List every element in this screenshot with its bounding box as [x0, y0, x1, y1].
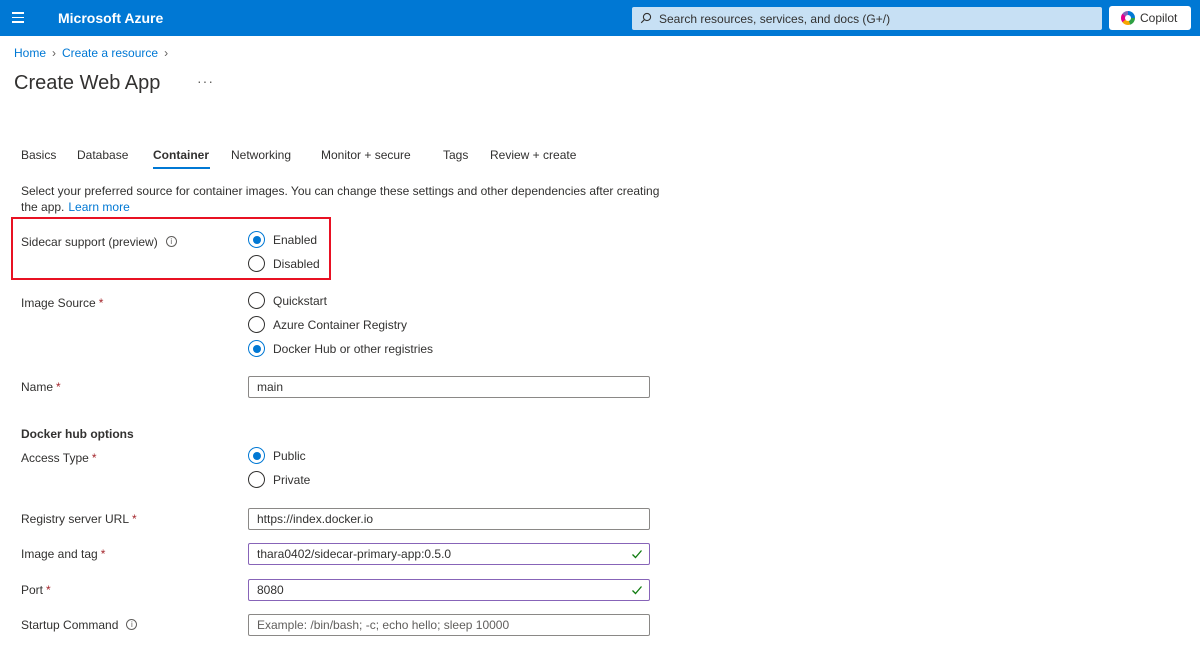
name-label: Name * [21, 380, 61, 394]
radio-circle [248, 255, 265, 272]
search-placeholder: Search resources, services, and docs (G+… [659, 12, 891, 26]
active-tab-indicator [153, 167, 210, 169]
radio-label: Private [273, 473, 311, 487]
checkmark-icon [632, 550, 642, 559]
image-tag-field[interactable] [248, 543, 650, 565]
startup-command-input[interactable] [249, 615, 649, 635]
name-field[interactable] [248, 376, 650, 398]
radio-label: Enabled [273, 233, 318, 247]
required-marker: * [98, 296, 104, 310]
top-bar: Microsoft Azure Search resources, servic… [0, 0, 1200, 36]
sidecar-label: Sidecar support (preview) i [21, 235, 177, 249]
port-input[interactable] [249, 580, 649, 600]
startup-command-label-text: Startup Command [21, 618, 119, 632]
global-search[interactable]: Search resources, services, and docs (G+… [632, 7, 1102, 30]
port-label: Port * [21, 583, 51, 597]
name-label-text: Name [21, 380, 54, 394]
radio-circle [248, 316, 265, 333]
radio-circle [248, 292, 265, 309]
breadcrumb: Home › Create a resource › [14, 46, 174, 60]
docker-hub-heading: Docker hub options [21, 427, 134, 441]
copilot-label: Copilot [1140, 11, 1178, 25]
checkmark-icon [632, 586, 642, 595]
name-input[interactable] [249, 377, 649, 397]
access-type-label: Access Type * [21, 451, 96, 465]
port-field[interactable] [248, 579, 650, 601]
tab-container[interactable]: Container [153, 148, 209, 162]
search-icon [640, 12, 652, 24]
startup-command-field[interactable] [248, 614, 650, 636]
tab-database[interactable]: Database [77, 148, 128, 162]
port-label-text: Port [21, 583, 44, 597]
copilot-icon [1121, 11, 1135, 25]
more-options-icon[interactable]: ··· [197, 73, 214, 89]
registry-url-label-text: Registry server URL [21, 512, 130, 526]
required-marker: * [132, 512, 137, 526]
radio-label: Docker Hub or other registries [273, 342, 434, 356]
learn-more-link[interactable]: Learn more [68, 200, 129, 214]
radio-label: Public [273, 449, 306, 463]
menu-icon[interactable] [9, 9, 27, 27]
required-marker: * [46, 583, 51, 597]
image-tag-label: Image and tag * [21, 547, 105, 561]
radio-circle [248, 340, 265, 357]
registry-url-input[interactable] [249, 509, 649, 529]
tab-basics[interactable]: Basics [21, 148, 56, 162]
tab-networking[interactable]: Networking [231, 148, 291, 162]
intro-text: Select your preferred source for contain… [21, 183, 661, 215]
required-marker: * [56, 380, 61, 394]
image-source-label-text: Image Source [21, 296, 96, 310]
info-icon[interactable]: i [126, 619, 138, 631]
required-marker: * [100, 547, 106, 561]
required-marker: * [91, 451, 97, 465]
sidecar-label-text: Sidecar support (preview) [21, 235, 158, 249]
copilot-button[interactable]: Copilot [1109, 6, 1191, 30]
chevron-right-icon: › [164, 46, 169, 60]
tab-review-create[interactable]: Review + create [490, 148, 576, 162]
tab-monitor-secure[interactable]: Monitor + secure [321, 148, 411, 162]
radio-label: Disabled [273, 257, 320, 271]
radio-label: Quickstart [273, 294, 328, 308]
chevron-right-icon: › [52, 46, 57, 60]
brand-title[interactable]: Microsoft Azure [58, 10, 163, 26]
registry-url-field[interactable] [248, 508, 650, 530]
page-title: Create Web App [14, 72, 161, 94]
radio-label: Azure Container Registry [273, 318, 408, 332]
radio-circle [248, 231, 265, 248]
startup-command-label: Startup Command i [21, 618, 138, 632]
breadcrumb-create-resource[interactable]: Create a resource [62, 46, 158, 60]
radio-circle [248, 447, 265, 464]
image-tag-label-text: Image and tag [21, 547, 98, 561]
breadcrumb-home[interactable]: Home [14, 46, 46, 60]
image-tag-input[interactable] [249, 544, 649, 564]
image-source-label: Image Source * [21, 296, 103, 310]
registry-url-label: Registry server URL * [21, 512, 137, 526]
info-icon[interactable]: i [165, 236, 177, 248]
radio-circle [248, 471, 265, 488]
access-type-label-text: Access Type [21, 451, 89, 465]
tab-tags[interactable]: Tags [443, 148, 468, 162]
